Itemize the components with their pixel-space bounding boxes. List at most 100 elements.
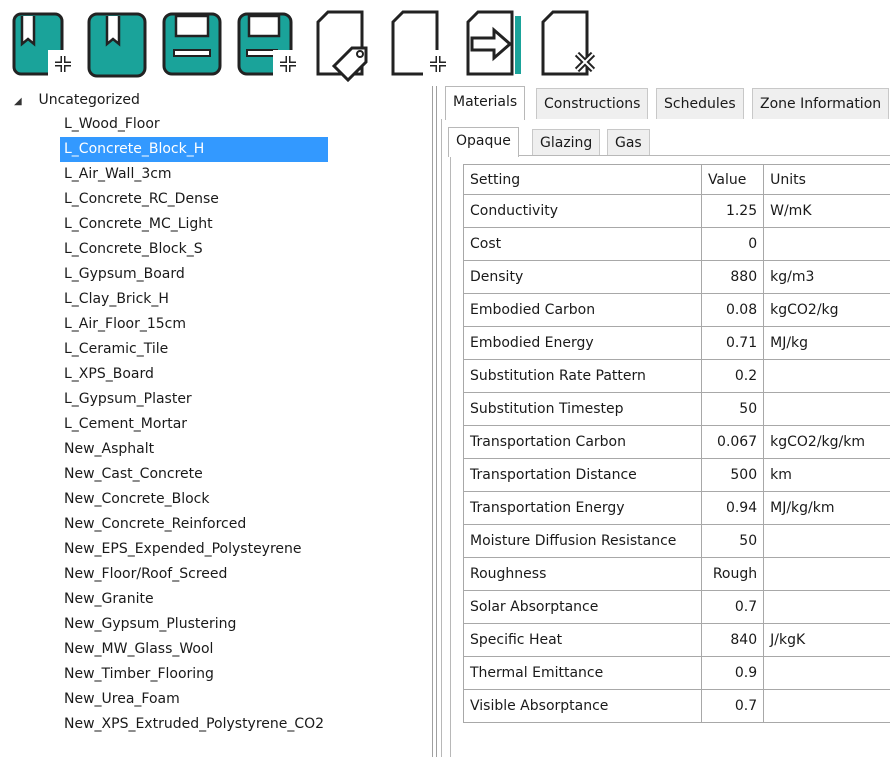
grid-row[interactable]: Specific Heat 840 J/kgK — [463, 623, 890, 657]
tree-item[interactable]: New_Floor/Roof_Screed — [60, 562, 328, 587]
splitter[interactable] — [432, 86, 433, 757]
tree-item[interactable]: L_XPS_Board — [60, 362, 328, 387]
grid-row[interactable]: Substitution Rate Pattern 0.2 — [463, 359, 890, 393]
tree-item[interactable]: New_Cast_Concrete — [60, 462, 328, 487]
value-cell[interactable]: 500 — [700, 458, 765, 492]
book-plus-icon — [12, 12, 76, 78]
tree-item[interactable]: New_Timber_Flooring — [60, 662, 328, 687]
header-units[interactable]: Units — [763, 164, 890, 195]
value-cell[interactable]: 880 — [700, 260, 765, 294]
units-cell — [763, 656, 890, 690]
tree-item[interactable]: New_Urea_Foam — [60, 687, 328, 712]
value-cell[interactable]: 1.25 — [700, 194, 765, 228]
tree-item[interactable]: L_Concrete_RC_Dense — [60, 187, 328, 212]
tab-schedules[interactable]: Schedules — [656, 88, 744, 119]
open-library-button[interactable] — [83, 8, 155, 82]
toolbar — [0, 0, 890, 86]
tree-item[interactable]: L_Wood_Floor — [60, 112, 328, 137]
value-cell[interactable]: 0.94 — [700, 491, 765, 525]
grid-row[interactable]: Density 880 kg/m3 — [463, 260, 890, 294]
grid-row[interactable]: Embodied Carbon 0.08 kgCO2/kg — [463, 293, 890, 327]
material-tree[interactable]: ◢ Uncategorized L_Wood_Floor L_Concrete_B… — [0, 86, 432, 757]
splitter-edge — [436, 86, 437, 757]
tree-item[interactable]: L_Gypsum_Board — [60, 262, 328, 287]
units-cell — [763, 392, 890, 426]
tree-item[interactable]: New_Concrete_Block — [60, 487, 328, 512]
value-cell[interactable]: 50 — [700, 392, 765, 426]
tree-item[interactable]: New_Granite — [60, 587, 328, 612]
tree-item[interactable]: New_Gypsum_Plustering — [60, 612, 328, 637]
tree-item[interactable]: L_Air_Wall_3cm — [60, 162, 328, 187]
save-as-button[interactable] — [233, 8, 305, 82]
header-value[interactable]: Value — [700, 164, 765, 195]
value-cell[interactable]: 0.7 — [700, 689, 765, 723]
tree-item[interactable]: New_Concrete_Reinforced — [60, 512, 328, 537]
tab-opaque[interactable]: Opaque — [448, 127, 519, 157]
tree-item[interactable]: L_Ceramic_Tile — [60, 337, 328, 362]
tab-glazing[interactable]: Glazing — [532, 129, 601, 155]
tree-root-label: Uncategorized — [38, 92, 140, 108]
tree-item[interactable]: L_Cement_Mortar — [60, 412, 328, 437]
delete-item-button[interactable] — [533, 8, 605, 82]
value-cell[interactable]: 840 — [700, 623, 765, 657]
setting-cell: Density — [463, 260, 702, 294]
value-cell[interactable]: 0.08 — [700, 293, 765, 327]
tab-materials[interactable]: Materials — [445, 86, 526, 120]
grid-row[interactable]: Moisture Diffusion Resistance 50 — [463, 524, 890, 558]
grid-row[interactable]: Cost 0 — [463, 227, 890, 261]
tree-item[interactable]: New_EPS_Expended_Polysteyrene — [60, 537, 328, 562]
value-cell[interactable]: 0.71 — [700, 326, 765, 360]
units-cell: MJ/kg/km — [763, 491, 890, 525]
tree-item[interactable]: New_MW_Glass_Wool — [60, 637, 328, 662]
tab-constructions[interactable]: Constructions — [536, 88, 649, 119]
tree-item[interactable]: New_Asphalt — [60, 437, 328, 462]
units-cell: kgCO2/kg/km — [763, 425, 890, 459]
page-tag-icon — [316, 10, 368, 82]
setting-cell: Conductivity — [463, 194, 702, 228]
grid-row[interactable]: Embodied Energy 0.71 MJ/kg — [463, 326, 890, 360]
new-library-button[interactable] — [8, 8, 80, 82]
value-cell[interactable]: Rough — [700, 557, 765, 591]
grid-row[interactable]: Substitution Timestep 50 — [463, 392, 890, 426]
expand-arrow-icon[interactable]: ◢ — [14, 92, 34, 112]
tree-item[interactable]: New_XPS_Extruded_Polystyrene_CO2 — [60, 712, 328, 737]
value-cell[interactable]: 0.2 — [700, 359, 765, 393]
grid-row[interactable]: Visible Absorptance 0.7 — [463, 689, 890, 723]
setting-cell: Substitution Timestep — [463, 392, 702, 426]
tree-item[interactable]: L_Concrete_Block_H — [60, 137, 329, 162]
tree-item[interactable]: L_Concrete_MC_Light — [60, 212, 328, 237]
setting-cell: Substitution Rate Pattern — [463, 359, 702, 393]
value-cell[interactable]: 50 — [700, 524, 765, 558]
grid-row[interactable]: Transportation Energy 0.94 MJ/kg/km — [463, 491, 890, 525]
setting-cell: Embodied Carbon — [463, 293, 702, 327]
value-cell[interactable]: 0.067 — [700, 425, 765, 459]
grid-row[interactable]: Transportation Distance 500 km — [463, 458, 890, 492]
grid-row[interactable]: Thermal Emittance 0.9 — [463, 656, 890, 690]
value-cell[interactable]: 0 — [700, 227, 765, 261]
book-icon — [87, 12, 147, 78]
value-cell[interactable]: 0.7 — [700, 590, 765, 624]
tree-item[interactable]: L_Clay_Brick_H — [60, 287, 328, 312]
page-x-icon — [541, 10, 596, 76]
add-item-button[interactable] — [383, 8, 455, 82]
materials-panel: Opaque Glazing Gas Setting Value Units C… — [441, 119, 890, 757]
value-cell[interactable]: 0.9 — [700, 656, 765, 690]
save-button[interactable] — [158, 8, 230, 82]
units-cell — [763, 557, 890, 591]
tree-item-list: L_Wood_Floor L_Concrete_Block_H L_Air_Wall… — [60, 112, 329, 737]
tab-gas[interactable]: Gas — [607, 129, 650, 155]
grid-row[interactable]: Transportation Carbon 0.067 kgCO2/kg/km — [463, 425, 890, 459]
page-plus-icon — [391, 10, 451, 78]
tree-item[interactable]: L_Concrete_Block_S — [60, 237, 328, 262]
grid-row[interactable]: Roughness Rough — [463, 557, 890, 591]
tree-root-node[interactable]: ◢ Uncategorized — [14, 90, 140, 110]
grid-row[interactable]: Solar Absorptance 0.7 — [463, 590, 890, 624]
floppy-plus-icon — [237, 12, 301, 78]
grid-row[interactable]: Conductivity 1.25 W/mK — [463, 194, 890, 228]
tree-item[interactable]: L_Gypsum_Plaster — [60, 387, 328, 412]
tag-button[interactable] — [308, 8, 380, 82]
tree-item[interactable]: L_Air_Floor_15cm — [60, 312, 328, 337]
tab-zone-information[interactable]: Zone Information — [752, 88, 890, 119]
header-setting[interactable]: Setting — [463, 164, 702, 195]
import-button[interactable] — [458, 8, 530, 82]
